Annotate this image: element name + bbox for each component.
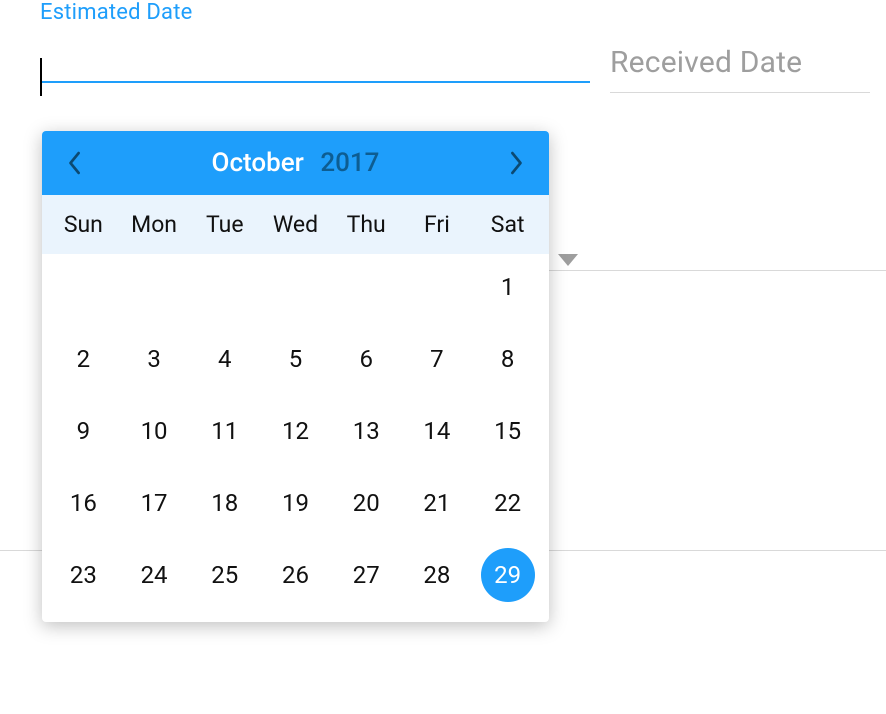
day-6[interactable]: 6	[331, 336, 402, 382]
day-27[interactable]: 27	[331, 552, 402, 598]
received-date-underline	[610, 92, 870, 93]
calendar-month: October	[212, 148, 304, 178]
day-29[interactable]: 29	[472, 552, 543, 598]
date-picker: October 2017 SunMonTueWedThuFriSat 12345…	[42, 131, 549, 622]
weekday-label: Mon	[119, 211, 190, 238]
chevron-right-icon	[507, 149, 525, 177]
calendar-header: October 2017	[42, 131, 549, 195]
day-empty	[331, 264, 402, 310]
received-date-field[interactable]: Received Date	[610, 45, 860, 93]
day-empty	[402, 264, 473, 310]
weekday-header: SunMonTueWedThuFriSat	[42, 195, 549, 254]
weekday-label: Tue	[189, 211, 260, 238]
prev-month-button[interactable]	[58, 146, 92, 180]
day-20[interactable]: 20	[331, 480, 402, 526]
weekday-label: Sat	[472, 211, 543, 238]
day-11[interactable]: 11	[189, 408, 260, 454]
day-2[interactable]: 2	[48, 336, 119, 382]
day-5[interactable]: 5	[260, 336, 331, 382]
received-date-label: Received Date	[610, 45, 802, 80]
day-21[interactable]: 21	[402, 480, 473, 526]
calendar-title[interactable]: October 2017	[212, 148, 380, 178]
day-8[interactable]: 8	[472, 336, 543, 382]
calendar-year: 2017	[320, 148, 379, 178]
day-25[interactable]: 25	[189, 552, 260, 598]
next-month-button[interactable]	[499, 146, 533, 180]
day-23[interactable]: 23	[48, 552, 119, 598]
day-empty	[189, 264, 260, 310]
day-26[interactable]: 26	[260, 552, 331, 598]
weekday-label: Thu	[331, 211, 402, 238]
day-18[interactable]: 18	[189, 480, 260, 526]
day-10[interactable]: 10	[119, 408, 190, 454]
chevron-down-icon[interactable]	[558, 254, 578, 266]
weekday-label: Fri	[402, 211, 473, 238]
weekday-label: Sun	[48, 211, 119, 238]
day-16[interactable]: 16	[48, 480, 119, 526]
day-4[interactable]: 4	[189, 336, 260, 382]
day-14[interactable]: 14	[402, 408, 473, 454]
day-28[interactable]: 28	[402, 552, 473, 598]
day-19[interactable]: 19	[260, 480, 331, 526]
day-22[interactable]: 22	[472, 480, 543, 526]
day-9[interactable]: 9	[48, 408, 119, 454]
secondary-divider	[545, 270, 886, 271]
day-empty	[260, 264, 331, 310]
day-1[interactable]: 1	[472, 264, 543, 310]
weekday-label: Wed	[260, 211, 331, 238]
day-15[interactable]: 15	[472, 408, 543, 454]
day-empty	[48, 264, 119, 310]
day-3[interactable]: 3	[119, 336, 190, 382]
day-24[interactable]: 24	[119, 552, 190, 598]
day-empty	[119, 264, 190, 310]
day-13[interactable]: 13	[331, 408, 402, 454]
day-7[interactable]: 7	[402, 336, 473, 382]
estimated-date-label: Estimated Date	[40, 0, 590, 25]
day-17[interactable]: 17	[119, 480, 190, 526]
day-12[interactable]: 12	[260, 408, 331, 454]
day-grid: 1234567891011121314151617181920212223242…	[42, 254, 549, 622]
chevron-left-icon	[66, 149, 84, 177]
